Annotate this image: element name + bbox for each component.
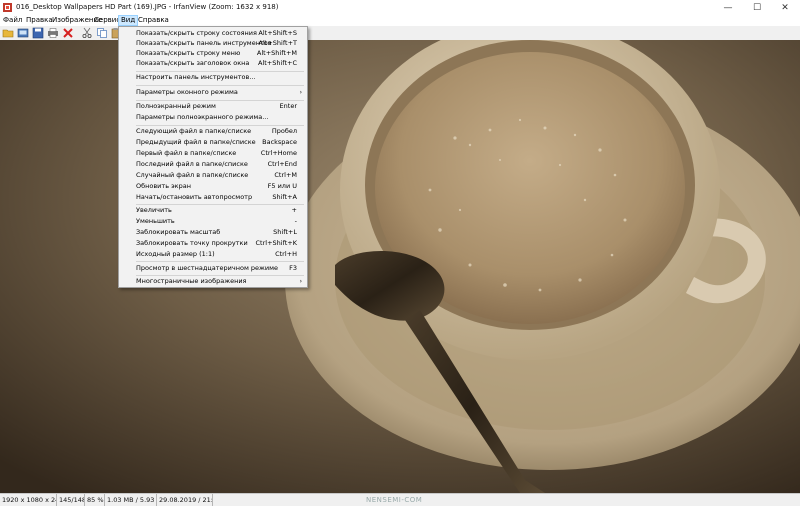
status-file-index: 145/1480 [57, 494, 85, 506]
menu-item-fullscreen-options[interactable]: Параметры полноэкранного режима... [119, 112, 307, 123]
menu-item-zoom-in[interactable]: Увеличить + [119, 205, 307, 216]
menu-item-window-options[interactable]: Параметры оконного режима › [119, 87, 307, 98]
menu-separator [136, 85, 304, 86]
window-title: 016_Desktop Wallpapers HD Part (169).JPG… [16, 3, 279, 11]
cut-icon[interactable] [81, 27, 93, 39]
menu-item-autoview[interactable]: Начать/остановить автопросмотр Shift+A [119, 192, 307, 203]
menu-help[interactable]: Справка [136, 15, 171, 26]
menu-item-first-file[interactable]: Первый файл в папке/списке Ctrl+Home [119, 148, 307, 159]
menu-item-customize-toolbar[interactable]: Настроить панель инструментов... [119, 72, 307, 83]
menu-item-multipage-images[interactable]: Многостраничные изображения › [119, 276, 307, 287]
title-bar[interactable]: 016_Desktop Wallpapers HD Part (169).JPG… [0, 0, 800, 16]
menu-item-original-size[interactable]: Исходный размер (1:1) Ctrl+H [119, 249, 307, 260]
menu-item-last-file[interactable]: Последний файл в папке/списке Ctrl+End [119, 159, 307, 170]
delete-icon[interactable] [62, 27, 74, 39]
menu-item-refresh[interactable]: Обновить экран F5 или U [119, 181, 307, 192]
status-zoom: 85 % [87, 494, 105, 506]
menu-item-lock-zoom[interactable]: Заблокировать масштаб Shift+L [119, 227, 307, 238]
copy-icon[interactable] [96, 27, 108, 39]
menu-item-zoom-out[interactable]: Уменьшить - [119, 216, 307, 227]
watermark: NENSEMI-COM [366, 496, 423, 504]
menu-item-next-file[interactable]: Следующий файл в папке/списке Пробел [119, 126, 307, 137]
menu-item-hex-view[interactable]: Просмотр в шестнадцатеричном режиме F3 [119, 263, 307, 274]
menu-item-fullscreen[interactable]: Полноэкранный режим Enter [119, 101, 307, 112]
status-file-size: 1.03 MB / 5.93 MB [105, 494, 157, 506]
view-menu-dropdown: Показать/скрыть строку состояния Alt+Shif… [118, 26, 308, 288]
status-dimensions: 1920 x 1080 x 24 BPP [2, 494, 57, 506]
close-button[interactable]: ✕ [771, 0, 799, 15]
irfanview-app-icon [3, 3, 12, 12]
menu-item-toggle-caption[interactable]: Показать/скрыть заголовок окна Alt+Shift+… [119, 58, 307, 69]
status-bar: 1920 x 1080 x 24 BPP 145/1480 85 % 1.03 … [0, 493, 800, 506]
status-datetime: 29.08.2019 / 21:21:59 [159, 494, 213, 506]
maximize-button[interactable]: ☐ [743, 0, 771, 15]
save-icon[interactable] [32, 27, 44, 39]
menu-item-lock-scroll[interactable]: Заблокировать точку прокрутки Ctrl+Shift+… [119, 238, 307, 249]
menu-separator [136, 261, 304, 262]
submenu-arrow-icon: › [299, 89, 302, 96]
slideshow-icon[interactable] [17, 27, 29, 39]
menu-file[interactable]: Файл [1, 15, 24, 26]
minimize-button[interactable]: — [714, 0, 742, 15]
open-folder-icon[interactable] [2, 27, 14, 39]
menu-item-random-file[interactable]: Случайный файл в папке/списке Ctrl+M [119, 170, 307, 181]
menu-bar: Файл Правка Изображение Сервис Вид Справ… [0, 15, 800, 26]
print-icon[interactable] [47, 27, 59, 39]
submenu-arrow-icon: › [299, 278, 302, 285]
menu-item-previous-file[interactable]: Предыдущий файл в папке/списке Backspace [119, 137, 307, 148]
